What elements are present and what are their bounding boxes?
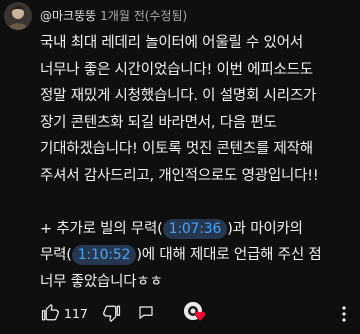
comment-text: 국내 최대 레데리 놀이터에 어울릴 수 있어서 너무나 좋은 시간이었습니다!… bbox=[40, 30, 358, 295]
like-button[interactable] bbox=[40, 300, 60, 326]
thumbs-up-icon bbox=[41, 304, 59, 321]
thumbs-down-icon bbox=[103, 305, 120, 322]
comment-text-fragment: + 추가로 빌의 무력( bbox=[40, 220, 163, 237]
comment-line: 정말 재밌게 시청했습니다. 이 설명회 시리즈가 bbox=[40, 88, 317, 104]
comment-line: 무력(1:10:52)에 대해 제대로 언급해 주신 점 bbox=[40, 242, 358, 269]
comment-text-fragment: )에 대해 제대로 언급해 주신 점 bbox=[136, 247, 322, 263]
comment-line: + 추가로 빌의 무력(1:07:36)과 마이카의 bbox=[40, 216, 358, 243]
like-count: 117 bbox=[64, 305, 88, 321]
avatar[interactable] bbox=[4, 2, 32, 30]
timestamp-link[interactable]: 1:07:36 bbox=[162, 218, 228, 239]
dislike-button[interactable] bbox=[102, 300, 122, 326]
timestamp-link[interactable]: 1:10:52 bbox=[71, 245, 137, 265]
comment-line: 장기 콘텐츠화 되길 바라면서, 다음 편도 bbox=[40, 114, 277, 131]
comment-thread-item: @마크뚱뚱 1개월 전(수정됨) 국내 최대 레데리 놀이터에 어울릴 수 있어서… bbox=[0, 0, 360, 334]
comment-menu-button[interactable] bbox=[334, 302, 354, 326]
reply-bubble-icon bbox=[139, 306, 153, 319]
comment-header: @마크뚱뚱 1개월 전(수정됨) bbox=[40, 8, 187, 24]
comment-time[interactable]: 1개월 전(수정됨) bbox=[100, 9, 187, 23]
more-vert-icon bbox=[342, 306, 346, 322]
reply-button[interactable] bbox=[136, 300, 156, 326]
comment-line: 주셔서 감사드리고, 개인적으로도 영광입니다!! bbox=[40, 167, 319, 184]
comment-line: 기대하겠습니다! 이토록 멋진 콘텐츠를 제작해 bbox=[40, 141, 313, 157]
comment-text-fragment: 무력( bbox=[40, 247, 72, 263]
creator-heart-icon bbox=[194, 310, 206, 322]
avatar-image bbox=[4, 2, 32, 30]
comment-actions: 117 bbox=[40, 300, 208, 326]
comment-text-fragment: )과 마이카의 bbox=[227, 220, 303, 237]
comment-line: 너무 좋았습니다ㅎㅎ bbox=[40, 273, 163, 290]
author-name[interactable]: @마크뚱뚱 bbox=[40, 9, 96, 23]
creator-heart-badge bbox=[183, 302, 208, 324]
comment-line: 너무나 좋은 시간이었습니다! 이번 에피소드도 bbox=[40, 61, 313, 78]
comment-line: 국내 최대 레데리 놀이터에 어울릴 수 있어서 bbox=[40, 35, 303, 51]
